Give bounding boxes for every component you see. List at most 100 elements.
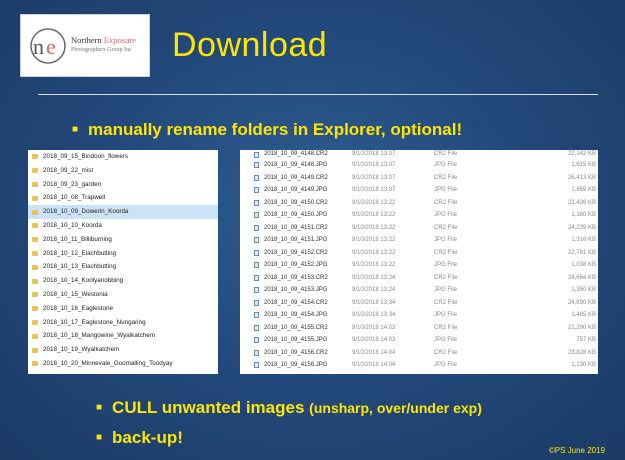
- file-row[interactable]: 2018_10_09_4153.JPG 9/10/2018 13:24 JPG Fi…: [240, 284, 598, 297]
- folder-label: 2018_09_22_mist: [43, 166, 94, 174]
- file-row[interactable]: 2018_10_09_4148.CR2 9/10/2018 13:07 CR2 Fi…: [240, 150, 598, 159]
- folder-label: 2018_10_20_Minnevale_Goomalling_Toodyay: [43, 359, 173, 367]
- folder-icon: [32, 250, 38, 256]
- image-file-icon: [254, 199, 259, 206]
- image-file-icon: [254, 237, 259, 244]
- file-row[interactable]: 2018_10_09_4154.CR2 9/10/2018 13:34 CR2 Fi…: [240, 297, 598, 310]
- file-row[interactable]: 2018_10_09_4149.JPG 9/10/2018 13:07 JPG Fi…: [240, 184, 598, 197]
- image-file-icon: [254, 324, 259, 331]
- image-file-icon: [254, 337, 259, 344]
- file-size: 1,160 KB: [571, 212, 596, 218]
- file-name: 2018_10_09_4154.JPG: [264, 312, 328, 318]
- folder-item[interactable]: 2018_10_11_Billiburning: [28, 233, 218, 247]
- file-size: 757 KB: [576, 337, 596, 343]
- file-name: 2018_10_09_4153.CR2: [264, 274, 328, 281]
- folder-icon: [32, 292, 38, 298]
- file-type: JPG File: [434, 162, 458, 168]
- file-date: 9/10/2018 13:07: [352, 162, 396, 168]
- file-type: JPG File: [434, 312, 458, 318]
- folder-icon: [32, 237, 38, 243]
- folder-item[interactable]: 2018_09_23_garden: [28, 178, 218, 192]
- file-row[interactable]: 2018_10_09_4155.JPG 9/10/2018 14:03 JPG Fi…: [240, 334, 598, 347]
- folder-icon: [32, 306, 38, 312]
- svg-text:n: n: [33, 34, 44, 59]
- folder-item[interactable]: 2018_10_08_Trapwell: [28, 191, 218, 205]
- folder-item[interactable]: 2018_10_09_Dowerin_Koorda: [28, 205, 218, 219]
- file-row[interactable]: 2018_10_09_4152.JPG 9/10/2018 13:22 JPG Fi…: [240, 259, 598, 272]
- file-name: 2018_10_09_4156.CR2: [264, 349, 328, 356]
- folder-item[interactable]: 2018_10_13_Elachbutting: [28, 260, 218, 274]
- image-file-icon: [254, 287, 259, 294]
- folder-icon: [32, 154, 38, 160]
- file-name: 2018_10_09_4151.CR2: [264, 224, 328, 231]
- file-date: 9/10/2018 13:07: [352, 151, 396, 157]
- file-size: 24,239 KB: [567, 224, 596, 231]
- folder-icon: [32, 209, 38, 215]
- folder-item[interactable]: 2018_09_22_mist: [28, 164, 218, 178]
- file-type: CR2 File: [434, 299, 458, 306]
- folder-item[interactable]: 2018_10_12_Elachbutting: [28, 247, 218, 261]
- folder-item[interactable]: 2018_10_18_Mangowine_Wyalkatchem: [28, 329, 218, 343]
- file-row[interactable]: 2018_10_09_4156.JPG 9/10/2018 14:04 JPG Fi…: [240, 359, 598, 372]
- folder-item[interactable]: 2018_10_14_Koolyanobbing: [28, 274, 218, 288]
- logo-company-name: Northern Exposure: [71, 35, 136, 45]
- file-size: 22,781 KB: [567, 249, 596, 256]
- folder-item[interactable]: 2018_10_19_Wyalkatchem: [28, 343, 218, 357]
- image-file-icon: [254, 312, 259, 319]
- image-file-icon: [254, 162, 259, 169]
- file-row[interactable]: 2018_10_09_4154.JPG 9/10/2018 13:34 JPG Fi…: [240, 309, 598, 322]
- file-row[interactable]: 2018_10_09_4149.CR2 9/10/2018 13:07 CR2 Fi…: [240, 172, 598, 185]
- file-name: 2018_10_09_4148.JPG: [264, 162, 328, 168]
- bullet-square-icon: ■: [96, 432, 103, 443]
- file-row[interactable]: 2018_10_09_4150.CR2 9/10/2018 13:22 CR2 Fi…: [240, 197, 598, 210]
- file-row[interactable]: 2018_10_09_4151.CR2 9/10/2018 13:22 CR2 Fi…: [240, 222, 598, 235]
- file-row[interactable]: 2018_10_09_4151.JPG 9/10/2018 13:22 JPG Fi…: [240, 234, 598, 247]
- folder-item[interactable]: 2018_10_15_Westonia: [28, 288, 218, 302]
- folder-icon: [32, 168, 38, 174]
- folder-icon: [32, 347, 38, 353]
- file-row[interactable]: 2018_10_09_4155.CR2 9/10/2018 14:03 CR2 Fi…: [240, 322, 598, 335]
- file-type: JPG File: [434, 337, 458, 343]
- file-name: 2018_10_09_4150.CR2: [264, 199, 328, 206]
- explorer-file-list[interactable]: 2018_10_09_4148.CR2 9/10/2018 13:07 CR2 Fi…: [240, 150, 598, 374]
- file-type: CR2 File: [434, 151, 458, 157]
- file-name: 2018_10_09_4156.JPG: [264, 362, 328, 368]
- file-size: 21,290 KB: [567, 324, 596, 331]
- file-row[interactable]: 2018_10_09_4156.CR2 9/10/2018 14:04 CR2 Fi…: [240, 347, 598, 360]
- folder-item[interactable]: 2018_10_20_Minnevale_Goomalling_Toodyay: [28, 357, 218, 371]
- bullet-rename: ■ manually rename folders in Explorer, op…: [72, 120, 463, 139]
- file-name: 2018_10_09_4148.CR2: [264, 151, 328, 157]
- file-type: JPG File: [434, 262, 458, 268]
- file-date: 9/10/2018 13:34: [352, 299, 396, 306]
- file-size: 23,828 KB: [567, 349, 596, 356]
- file-type: CR2 File: [434, 274, 458, 281]
- logo-subline: Photographers Group Inc: [71, 47, 132, 53]
- file-type: JPG File: [434, 362, 458, 368]
- folder-label: 2018_10_12_Elachbutting: [43, 249, 117, 257]
- file-name: 2018_10_09_4155.CR2: [264, 324, 328, 331]
- file-date: 9/10/2018 13:07: [352, 187, 396, 193]
- file-row[interactable]: 2018_10_09_4152.CR2 9/10/2018 13:22 CR2 Fi…: [240, 247, 598, 260]
- folder-icon: [32, 361, 38, 367]
- file-type: JPG File: [434, 212, 458, 218]
- folder-icon: [32, 195, 38, 201]
- file-type: JPG File: [434, 187, 458, 193]
- explorer-folder-tree[interactable]: 2018_09_15_Bindoon_flowers 2018_09_22_mis…: [28, 150, 218, 374]
- file-name: 2018_10_09_4152.JPG: [264, 262, 328, 268]
- file-size: 24,664 KB: [567, 274, 596, 281]
- file-row[interactable]: 2018_10_09_4157.CR29/10/2018 14:05CR2 Fi…: [240, 372, 598, 375]
- file-date: 9/10/2018 13:22: [352, 262, 396, 268]
- folder-item[interactable]: 2018_10_17_Eaglestone_Nungaring: [28, 316, 218, 330]
- slide-title: Download: [172, 26, 328, 64]
- file-row[interactable]: 2018_10_09_4150.JPG 9/10/2018 13:22 JPG Fi…: [240, 209, 598, 222]
- folder-item[interactable]: 2018_09_15_Bindoon_flowers: [28, 150, 218, 164]
- file-date: 9/10/2018 14:04: [352, 349, 396, 356]
- folder-item[interactable]: 2018_10_10_Koorda: [28, 219, 218, 233]
- file-row[interactable]: 2018_10_09_4148.JPG 9/10/2018 13:07 JPG Fi…: [240, 159, 598, 172]
- file-row[interactable]: 2018_10_09_4153.CR2 9/10/2018 13:24 CR2 Fi…: [240, 272, 598, 285]
- file-type: CR2 File: [434, 224, 458, 231]
- svg-text:e: e: [46, 34, 56, 59]
- file-date: 9/10/2018 14:03: [352, 324, 396, 331]
- file-size: 21,551 KB: [530, 372, 596, 375]
- folder-item[interactable]: 2018_10_16_Eaglestone: [28, 302, 218, 316]
